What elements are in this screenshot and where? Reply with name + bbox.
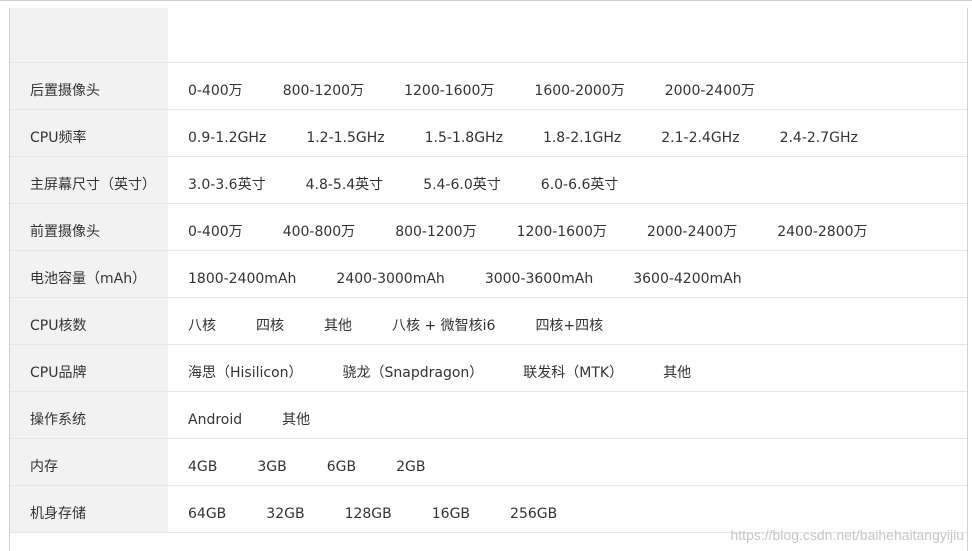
filter-option-link[interactable]: 1.2-1.5GHz (306, 122, 384, 155)
filter-option-link[interactable]: 3.0-3.6英寸 (188, 169, 266, 202)
filter-options: 4GB 3GB 6GB 2GB (168, 438, 967, 486)
filter-option-link[interactable]: 1200-1600万 (517, 216, 607, 249)
filter-row: 前置摄像头 0-400万 400-800万 800-1200万 1200-1600万 20… (10, 203, 967, 251)
filter-option-link[interactable]: 2.1-2.4GHz (661, 122, 739, 155)
filter-option-link[interactable]: Android (188, 404, 242, 437)
filter-row: CPU频率 0.9-1.2GHz 1.2-1.5GHz 1.5-1.8GHz 1.8-2… (10, 109, 967, 157)
filter-option-link[interactable]: 400-800万 (283, 216, 356, 249)
filter-option-link[interactable]: 0-400万 (188, 216, 243, 249)
filter-option-link[interactable]: 联发科（MTK） (523, 357, 623, 390)
filter-option-link[interactable]: 0.9-1.2GHz (188, 122, 266, 155)
filter-table: 后置摄像头 0-400万 800-1200万 1200-1600万 1600-2000万… (10, 8, 967, 533)
filter-label: 后置摄像头 (10, 62, 168, 110)
filter-options: 八核 四核 其他 八核 + 微智核i6 四核+四核 (168, 297, 967, 345)
filter-options: 1800-2400mAh 2400-3000mAh 3000-3600mAh 3600… (168, 250, 967, 298)
filter-option-link[interactable]: 其他 (324, 310, 352, 343)
filter-option-link[interactable]: 4GB (188, 451, 217, 484)
filter-row-header-blank (10, 8, 967, 63)
page-frame: 后置摄像头 0-400万 800-1200万 1200-1600万 1600-2000万… (0, 0, 972, 551)
filter-option-link[interactable]: 128GB (345, 498, 392, 531)
filter-option-link[interactable]: 0-400万 (188, 75, 243, 108)
filter-option-link[interactable]: 6.0-6.6英寸 (541, 169, 619, 202)
filter-option-link[interactable]: 其他 (282, 404, 310, 437)
filter-row: 后置摄像头 0-400万 800-1200万 1200-1600万 1600-2000万… (10, 62, 967, 110)
filter-option-link[interactable]: 2.4-2.7GHz (780, 122, 858, 155)
filter-option-link[interactable]: 256GB (510, 498, 557, 531)
filter-option-link[interactable]: 32GB (266, 498, 304, 531)
filter-option-link[interactable]: 16GB (432, 498, 470, 531)
filter-option-link[interactable]: 海思（Hisilicon） (188, 357, 303, 390)
filter-label: CPU核数 (10, 297, 168, 345)
filter-label: 内存 (10, 438, 168, 486)
filter-option-link[interactable]: 800-1200万 (283, 75, 364, 108)
filter-option-link[interactable]: 骁龙（Snapdragon） (343, 357, 484, 390)
filter-row: 主屏幕尺寸（英寸） 3.0-3.6英寸 4.8-5.4英寸 5.4-6.0英寸 6.0-… (10, 156, 967, 204)
filter-row: 内存 4GB 3GB 6GB 2GB (10, 438, 967, 486)
filter-row: 电池容量（mAh） 1800-2400mAh 2400-3000mAh 3000-36… (10, 250, 967, 298)
filter-options: 海思（Hisilicon） 骁龙（Snapdragon） 联发科（MTK） 其他 (168, 344, 967, 392)
filter-option-link[interactable]: 四核+四核 (535, 310, 603, 343)
watermark: https://blog.csdn.net/baihehaitangyijiu (730, 527, 965, 543)
filter-label: 主屏幕尺寸（英寸） (10, 156, 168, 204)
filter-option-link[interactable]: 八核 + 微智核i6 (392, 310, 495, 343)
filter-label: 机身存储 (10, 485, 168, 533)
filter-label: 电池容量（mAh） (10, 250, 168, 298)
filter-option-link[interactable]: 四核 (256, 310, 284, 343)
filter-options: 64GB 32GB 128GB 16GB 256GB (168, 485, 967, 533)
filter-option-link[interactable]: 2400-3000mAh (336, 263, 444, 296)
filter-option-link[interactable]: 八核 (188, 310, 216, 343)
filter-option-link[interactable]: 1800-2400mAh (188, 263, 296, 296)
filter-option-link[interactable]: 64GB (188, 498, 226, 531)
filter-option-link[interactable]: 1.8-2.1GHz (543, 122, 621, 155)
filter-option-link[interactable]: 6GB (327, 451, 356, 484)
filter-label: CPU频率 (10, 109, 168, 157)
filter-option-link[interactable]: 2000-2400万 (647, 216, 737, 249)
frame-right-border (967, 8, 968, 551)
filter-options: 0-400万 400-800万 800-1200万 1200-1600万 2000-24… (168, 203, 967, 251)
filter-option-link[interactable]: 2000-2400万 (665, 75, 755, 108)
filter-options: Android 其他 (168, 391, 967, 439)
filter-table-wrap: 后置摄像头 0-400万 800-1200万 1200-1600万 1600-2000万… (10, 8, 967, 551)
filter-option-link[interactable]: 4.8-5.4英寸 (306, 169, 384, 202)
filter-table-body: 后置摄像头 0-400万 800-1200万 1200-1600万 1600-2000万… (10, 8, 967, 533)
filter-label: CPU品牌 (10, 344, 168, 392)
filter-option-link[interactable]: 1200-1600万 (404, 75, 494, 108)
filter-row: CPU核数 八核 四核 其他 八核 + 微智核i6 四核+四核 (10, 297, 967, 345)
filter-row: CPU品牌 海思（Hisilicon） 骁龙（Snapdragon） 联发科（MTK）… (10, 344, 967, 392)
filter-options-blank (168, 8, 967, 63)
filter-label: 操作系统 (10, 391, 168, 439)
filter-option-link[interactable]: 1600-2000万 (534, 75, 624, 108)
filter-option-link[interactable]: 1.5-1.8GHz (425, 122, 503, 155)
filter-options: 0-400万 800-1200万 1200-1600万 1600-2000万 2000-… (168, 62, 967, 110)
filter-option-link[interactable]: 3000-3600mAh (485, 263, 593, 296)
filter-option-link[interactable]: 2400-2800万 (777, 216, 867, 249)
filter-label: 前置摄像头 (10, 203, 168, 251)
filter-option-link[interactable]: 3600-4200mAh (633, 263, 741, 296)
filter-option-link[interactable]: 2GB (396, 451, 425, 484)
filter-option-link[interactable]: 其他 (663, 357, 691, 390)
filter-label-blank (10, 8, 168, 63)
filter-option-link[interactable]: 800-1200万 (395, 216, 476, 249)
filter-options: 3.0-3.6英寸 4.8-5.4英寸 5.4-6.0英寸 6.0-6.6英寸 (168, 156, 967, 204)
filter-options: 0.9-1.2GHz 1.2-1.5GHz 1.5-1.8GHz 1.8-2.1GHz… (168, 109, 967, 157)
filter-option-link[interactable]: 3GB (257, 451, 286, 484)
filter-option-link[interactable]: 5.4-6.0英寸 (423, 169, 501, 202)
filter-row: 机身存储 64GB 32GB 128GB 16GB 256GB (10, 485, 967, 533)
filter-row: 操作系统 Android 其他 (10, 391, 967, 439)
